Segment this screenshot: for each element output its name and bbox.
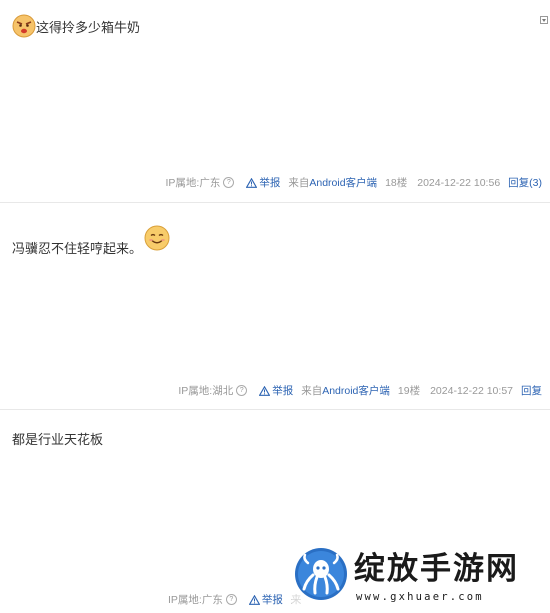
octopus-logo-icon (295, 548, 347, 600)
post-time: 2024-12-22 10:56 (417, 176, 501, 189)
comment-text: 都是行业天花板 (12, 432, 104, 447)
report-label: 举报 (272, 385, 294, 397)
ip-location: IP属地:广东 (165, 177, 221, 189)
floor-number: 19楼 (397, 385, 421, 397)
help-icon[interactable]: ? (236, 385, 248, 396)
help-icon[interactable]: ? (223, 177, 235, 188)
client-link[interactable]: Android客户端 (322, 383, 390, 398)
watermark-title: 绽放手游网 (354, 551, 519, 587)
help-icon[interactable]: ? (225, 594, 237, 605)
comment-thread: 这得拎多少箱牛奶 IP属地:广东 ? 举报 来自 Android客户端 18楼 … (0, 0, 550, 613)
warning-icon (248, 594, 260, 605)
ip-location: IP属地:湖北 (178, 385, 234, 397)
ip-location: IP属地:广东 (168, 594, 223, 606)
comment-content: 都是行业天花板 (12, 430, 103, 450)
reply-button[interactable]: 回复(3) (508, 175, 542, 190)
warning-icon (259, 385, 271, 396)
comment-content: 冯骥忍不住轻哼起来。 (12, 225, 170, 259)
report-button[interactable]: 举报 (246, 175, 280, 190)
post-time: 2024-12-22 10:57 (430, 384, 513, 397)
report-button[interactable]: 举报 (248, 592, 283, 607)
floor-number: 18楼 (385, 177, 408, 189)
angry-face-emoji-icon (12, 14, 36, 38)
reply-button[interactable]: 回复 (521, 383, 542, 398)
report-label: 举报 (259, 177, 281, 189)
dropdown-toggle-icon[interactable] (540, 16, 548, 24)
report-button[interactable]: 举报 (259, 383, 293, 398)
warning-icon (246, 177, 258, 188)
comment-text: 这得拎多少箱牛奶 (36, 20, 141, 35)
comment-text: 冯骥忍不住轻哼起来。 (12, 241, 143, 256)
site-watermark: 绽放手游网 www.gxhuaer.com (292, 547, 542, 611)
watermark-url: www.gxhuaer.com (356, 591, 484, 603)
comment-post: 冯骥忍不住轻哼起来。 IP属地:湖北 ? 举报 来自 Android客户端 19… (0, 203, 550, 410)
comment-meta: IP属地:广东 ? 举报 来 (168, 592, 301, 607)
comment-meta: IP属地:湖北 ? 举报 来自 Android客户端 19楼 2024-12-2… (178, 383, 542, 398)
smile-face-emoji-icon (144, 225, 170, 251)
client-link[interactable]: Android客户端 (309, 175, 377, 190)
report-label: 举报 (261, 594, 283, 606)
comment-post: 这得拎多少箱牛奶 IP属地:广东 ? 举报 来自 Android客户端 18楼 … (0, 0, 550, 203)
from-label: 来自 (288, 177, 310, 189)
comment-content: 这得拎多少箱牛奶 (12, 14, 140, 38)
comment-meta: IP属地:广东 ? 举报 来自 Android客户端 18楼 2024-12-2… (166, 175, 542, 190)
from-label: 来自 (301, 385, 323, 397)
